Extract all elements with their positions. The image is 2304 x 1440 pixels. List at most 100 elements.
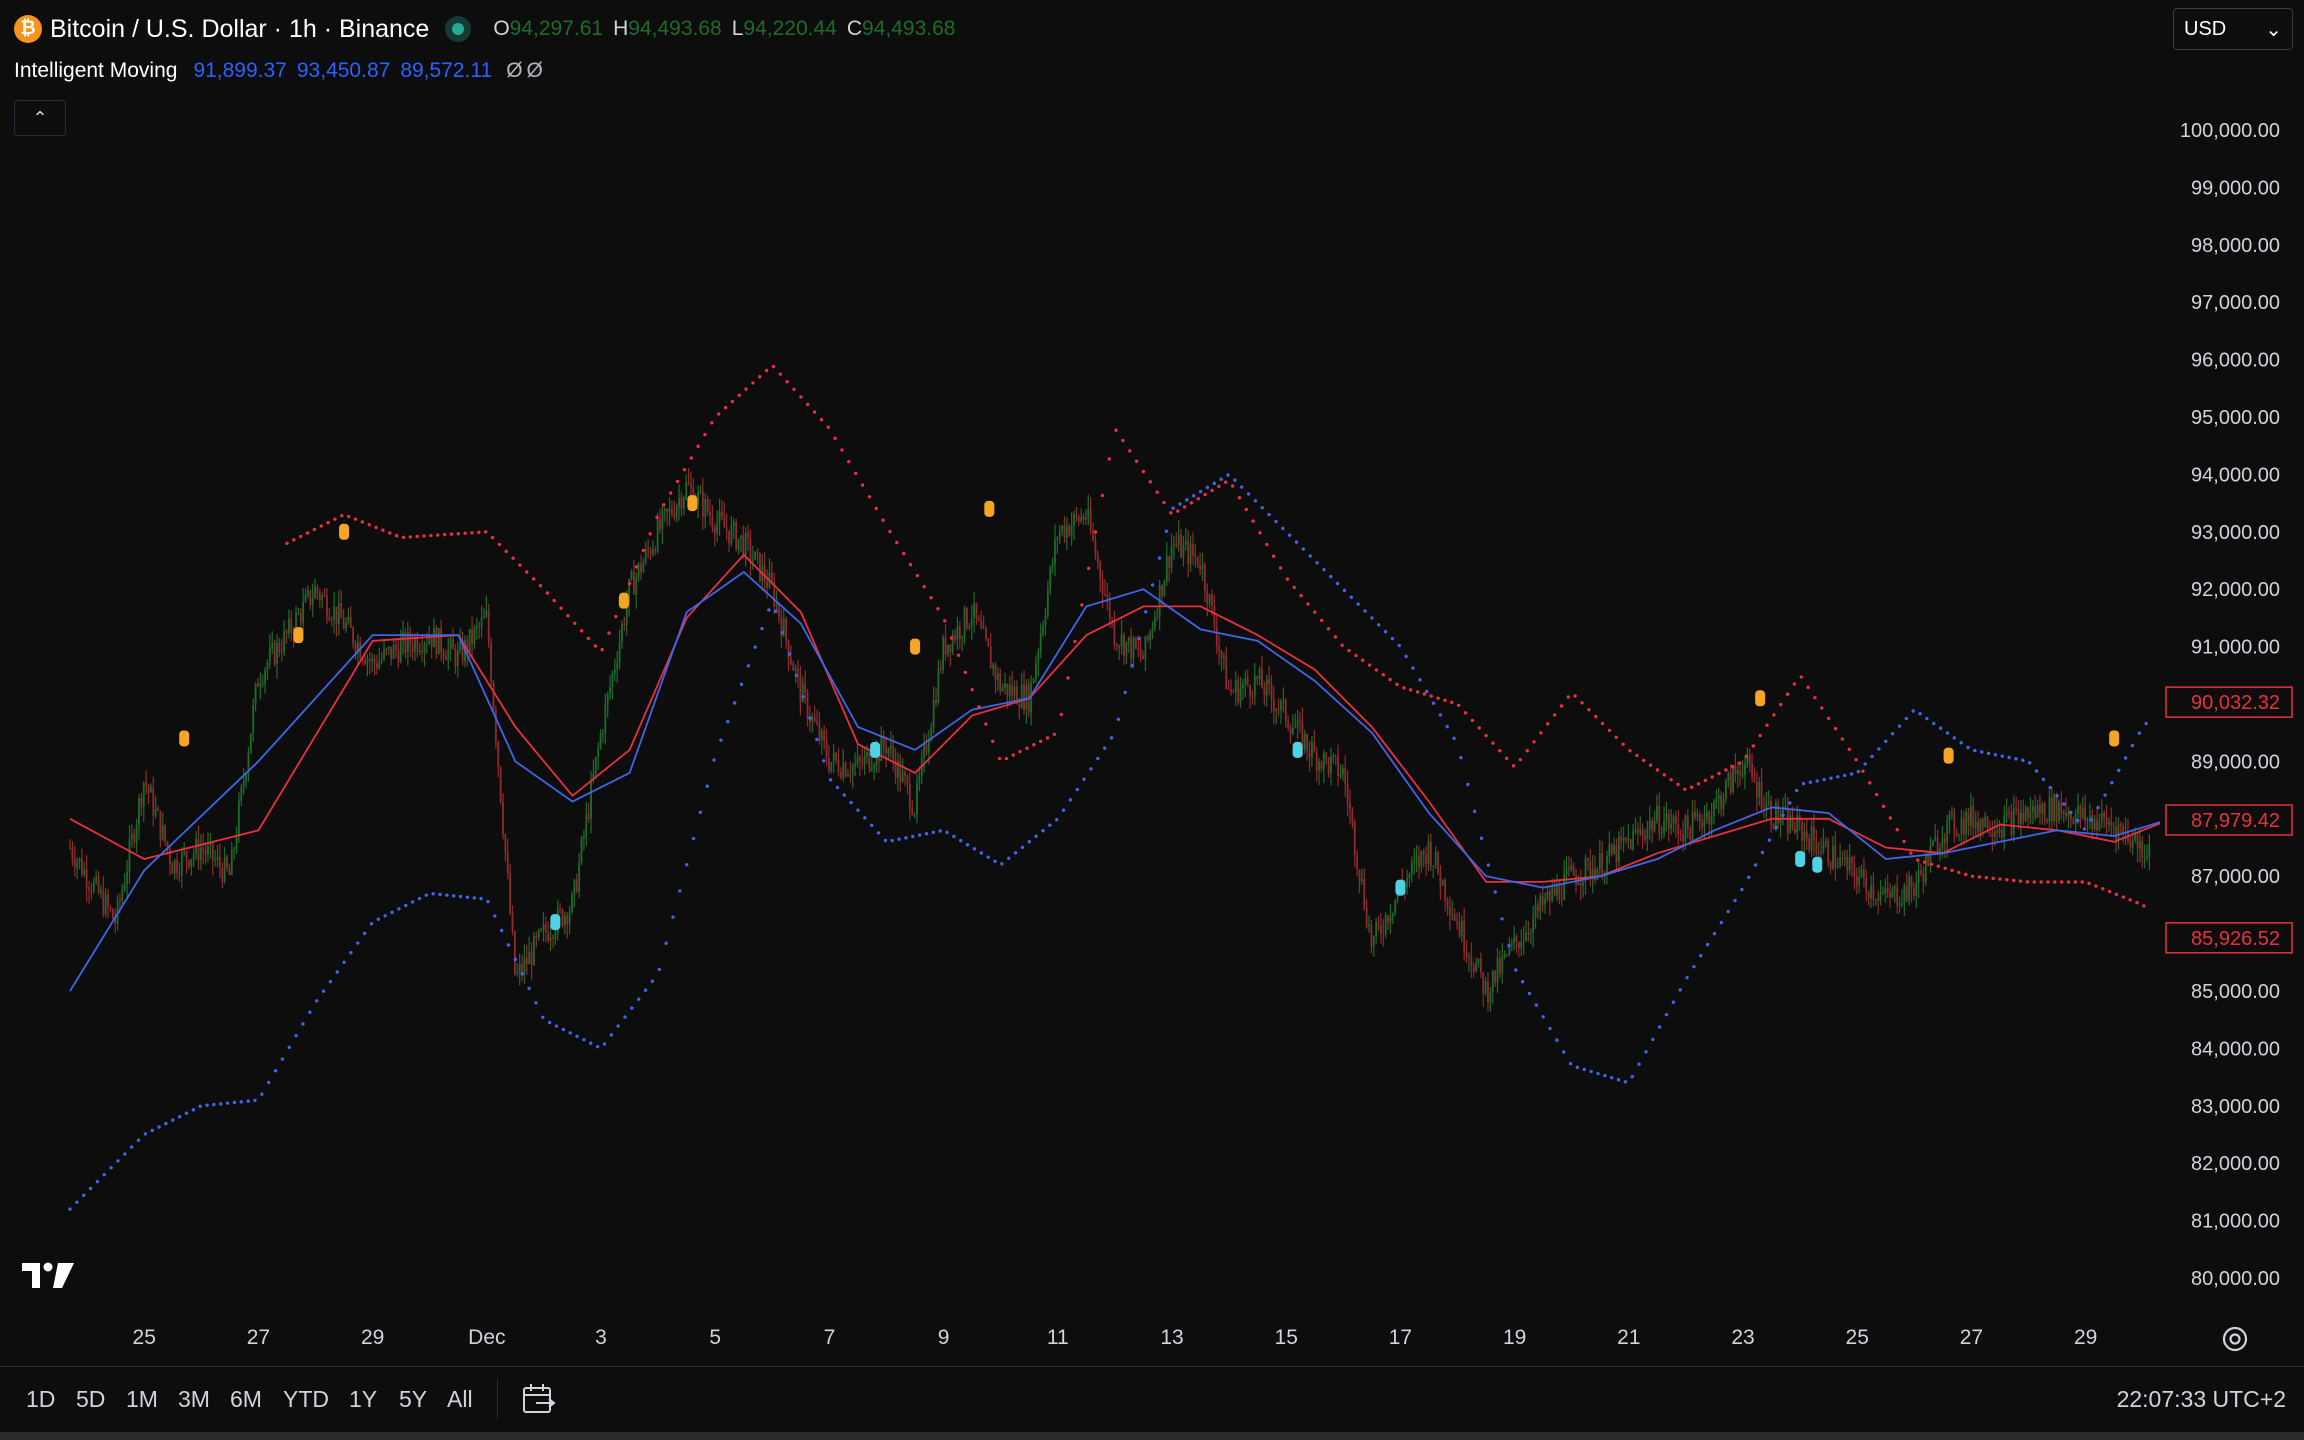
band-dot: [881, 518, 885, 522]
candle-body: [1408, 873, 1411, 879]
candle-body: [1151, 628, 1154, 632]
currency-select[interactable]: USD ⌄: [2173, 8, 2293, 50]
candle-body: [395, 644, 397, 650]
candle-body: [1222, 655, 1225, 658]
candle-body: [1515, 936, 1518, 943]
candle-body: [552, 937, 554, 939]
candle-body: [1449, 906, 1451, 916]
candle-body: [1977, 821, 1979, 833]
band-dot: [1436, 696, 1440, 700]
range-ytd-button[interactable]: YTD: [283, 1381, 329, 1417]
range-5d-button[interactable]: 5D: [76, 1381, 105, 1417]
candle-body: [259, 683, 262, 687]
candle-body: [2091, 815, 2094, 829]
candle-body: [204, 850, 207, 855]
candle-body: [1851, 857, 1853, 864]
candle-body: [1965, 812, 1968, 835]
time-tick-label: 19: [1502, 1326, 1527, 1349]
candle-body: [1085, 517, 1087, 520]
band-dot: [1950, 868, 1954, 873]
candle-body: [1187, 541, 1190, 564]
band-dot: [1657, 1025, 1662, 1029]
band-dot: [1162, 500, 1166, 505]
candle-body: [935, 699, 937, 704]
band-dot: [1189, 501, 1194, 505]
indicator-name[interactable]: Intelligent Moving: [14, 59, 177, 83]
candle-body: [942, 637, 945, 670]
candle-body: [835, 752, 837, 761]
candle-body: [1220, 650, 1223, 658]
settings-gear-icon[interactable]: [2218, 1322, 2252, 1356]
band-dot: [1402, 686, 1406, 690]
band-dot: [335, 970, 339, 974]
candle-body: [1872, 885, 1875, 900]
market-status-icon[interactable]: [445, 16, 472, 42]
price-chart-plot[interactable]: [0, 0, 2160, 1300]
symbol-legend[interactable]: ₿ Bitcoin / U.S. Dollar · 1h · Binance O…: [14, 12, 959, 46]
signal-marker: [550, 914, 561, 931]
range-5y-button[interactable]: 5Y: [399, 1381, 427, 1417]
signal-marker: [984, 500, 995, 517]
tradingview-logo-icon[interactable]: [20, 1260, 76, 1290]
band-dot: [483, 530, 488, 534]
candle-body: [285, 630, 288, 634]
candle-body: [2022, 812, 2025, 821]
candle-body: [261, 682, 264, 684]
band-dot: [1651, 1037, 1655, 1042]
signal-marker: [910, 638, 921, 655]
candle-body: [297, 613, 300, 615]
candle-body: [138, 798, 140, 826]
range-1d-button[interactable]: 1D: [26, 1381, 55, 1417]
candle-body: [1744, 764, 1746, 775]
candle-body: [102, 890, 105, 914]
candle-body: [71, 847, 74, 859]
candle-body: [1696, 814, 1699, 817]
candle-body: [985, 628, 987, 639]
candle-body: [1132, 637, 1135, 660]
time-axis[interactable]: 25 27 29 Dec 3 5 7 9 11 13 15 17 19 21 23 25 27 29: [0, 1308, 2160, 1368]
band-dot: [1614, 735, 1618, 739]
band-dot: [2080, 880, 2084, 884]
candle-body: [554, 933, 557, 939]
band-dot: [2000, 754, 2004, 758]
collapse-legend-button[interactable]: ⌃: [14, 100, 66, 136]
symbol-title[interactable]: Bitcoin / U.S. Dollar · 1h · Binance: [50, 15, 429, 44]
candle-body: [1058, 530, 1061, 539]
band-dot: [212, 1102, 216, 1107]
candle-body: [1101, 579, 1104, 594]
candle-body: [1087, 508, 1090, 518]
candle-body: [1767, 801, 1770, 803]
band-dot: [897, 837, 901, 841]
range-1y-button[interactable]: 1Y: [349, 1381, 377, 1417]
candle-body: [1658, 805, 1661, 834]
candle-body: [837, 760, 840, 773]
band-dot: [1902, 839, 1906, 844]
calendar-goto-date-icon[interactable]: [520, 1381, 556, 1417]
band-dot: [1319, 618, 1324, 623]
band-dot: [150, 1128, 154, 1133]
candle-body: [1468, 956, 1470, 958]
candle-body: [730, 525, 733, 544]
range-1m-button[interactable]: 1M: [126, 1381, 158, 1417]
indicator-legend[interactable]: Intelligent Moving 91,899.37 93,450.87 8…: [14, 56, 543, 86]
band-dot: [1507, 943, 1511, 948]
utc-clock[interactable]: 22:07:33 UTC+2: [2117, 1381, 2286, 1417]
candle-body: [644, 549, 647, 562]
candle-body: [1946, 820, 1949, 844]
price-axis[interactable]: 80,000.00 81,000.00 82,000.00 83,000.00 84,0…: [2160, 0, 2304, 1300]
candle-body: [287, 618, 290, 634]
candle-body: [492, 682, 495, 710]
range-6m-button[interactable]: 6M: [230, 1381, 262, 1417]
range-3m-button[interactable]: 3M: [178, 1381, 210, 1417]
candle-body: [1889, 892, 1891, 898]
band-dot: [1792, 682, 1797, 686]
price-tick-label: 91,000.00: [2191, 637, 2280, 659]
band-dot: [1788, 801, 1792, 805]
candle-body: [661, 510, 664, 530]
candle-body: [95, 876, 98, 882]
band-dot: [534, 1001, 538, 1005]
range-all-button[interactable]: All: [447, 1381, 473, 1417]
band-dot: [2123, 756, 2128, 760]
band-dot: [1452, 736, 1456, 741]
band-dot: [952, 834, 956, 839]
